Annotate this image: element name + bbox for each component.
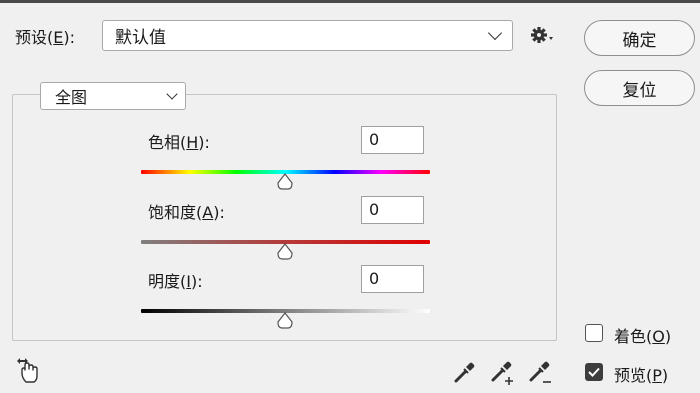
lightness-label: 明度(I): (148, 272, 203, 291)
hue-slider-thumb[interactable] (276, 173, 294, 191)
hue-label: 色相(H): (148, 133, 210, 152)
eyedropper-subtract-icon[interactable] (528, 360, 554, 386)
gear-icon[interactable] (530, 26, 556, 46)
saturation-label: 饱和度(A): (148, 203, 225, 222)
channel-dropdown[interactable]: 全图 (40, 82, 186, 110)
saturation-slider-thumb[interactable] (276, 243, 294, 261)
saturation-input[interactable]: 0 (361, 196, 424, 224)
preview-label[interactable]: 预览(P) (614, 362, 668, 386)
chevron-down-icon (166, 88, 178, 100)
preset-value: 默认值 (115, 28, 166, 48)
colorize-label[interactable]: 着色(O) (614, 323, 671, 347)
lightness-input[interactable]: 0 (361, 265, 424, 293)
adjustment-group (12, 94, 557, 341)
chevron-down-icon (487, 25, 503, 40)
colorize-checkbox[interactable] (585, 324, 603, 342)
eyedropper-icon[interactable] (451, 360, 477, 386)
eyedropper-add-icon[interactable] (490, 360, 516, 386)
preset-dropdown[interactable]: 默认值 (102, 20, 513, 51)
lightness-slider-thumb[interactable] (276, 312, 294, 330)
ok-button[interactable]: 确定 (584, 20, 695, 56)
channel-value: 全图 (55, 88, 88, 107)
preview-checkbox[interactable] (585, 363, 603, 381)
title-bar-edge (0, 0, 700, 3)
preset-label: 预设(E): (15, 28, 76, 47)
hue-input[interactable]: 0 (361, 126, 424, 154)
hand-scrubby-icon[interactable] (14, 356, 44, 386)
check-icon (588, 367, 600, 377)
reset-button[interactable]: 复位 (584, 70, 695, 106)
